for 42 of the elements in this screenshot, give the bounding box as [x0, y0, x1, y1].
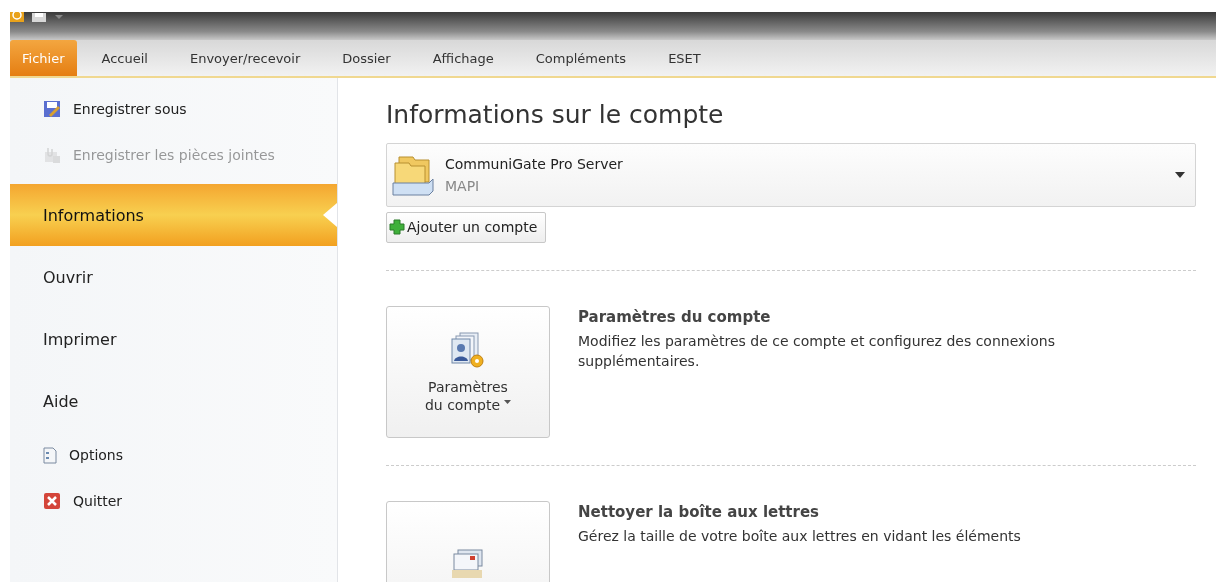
app-icon[interactable]	[10, 12, 24, 22]
user-settings-icon	[450, 331, 486, 369]
ribbon-tab[interactable]: Affichage	[411, 40, 515, 76]
account-name: CommuniGate Pro Server	[445, 156, 624, 172]
envelopes-icon	[450, 548, 486, 578]
add-account-button[interactable]: Ajouter un compte	[386, 212, 547, 243]
close-icon	[43, 492, 61, 510]
section-title: Nettoyer la boîte aux lettres	[578, 503, 821, 521]
save-icon[interactable]	[32, 13, 46, 22]
folder-icon	[391, 153, 437, 197]
command-label: Options	[69, 447, 124, 463]
plus-icon	[389, 219, 405, 235]
dropdown-icon[interactable]	[54, 13, 64, 21]
sidebar-item[interactable]: Ouvrir	[10, 246, 337, 308]
ribbon-tab[interactable]: ESET	[647, 40, 722, 76]
large-button[interactable]: Paramètres du compte	[386, 306, 550, 438]
command-label: Quitter	[73, 493, 123, 509]
button-label: du compte	[424, 397, 512, 413]
document-icon	[43, 446, 57, 464]
ribbon-tab[interactable]: Dossier	[321, 40, 412, 76]
ribbon-tab[interactable]: Envoyer/recevoir	[168, 40, 322, 76]
command-label: Enregistrer les pièces jointes	[73, 147, 275, 163]
menu-command[interactable]: Quitter	[10, 478, 337, 524]
ribbon-tab[interactable]: Compléments	[514, 40, 648, 76]
ribbon-tab[interactable]: Accueil	[80, 40, 169, 76]
caret-icon	[1175, 172, 1185, 178]
section-description: Gérez la taille de votre boîte aux lettres en vidant les éléments	[578, 527, 1022, 546]
account-dropdown[interactable]: CommuniGate Pro Server MAPI	[386, 143, 1196, 207]
command-label: Enregistrer sous	[73, 101, 187, 117]
button-label: Paramètres	[428, 379, 508, 395]
sidebar-item[interactable]: Informations	[10, 184, 337, 246]
section-description: Modifiez les paramètres de ce compte et configurez des connexions supplémentaires.	[578, 332, 1056, 371]
sidebar-item[interactable]: Imprimer	[10, 308, 337, 370]
sidebar-item[interactable]: Aide	[10, 370, 337, 432]
caret-icon	[504, 400, 512, 404]
account-type: MAPI	[445, 178, 481, 194]
attachment-icon	[43, 146, 61, 164]
save-as-icon	[43, 100, 61, 118]
menu-command[interactable]: Enregistrer sous	[10, 86, 337, 132]
menu-command[interactable]: Options	[10, 432, 337, 478]
section-title: Paramètres du compte	[578, 308, 772, 326]
page-title: Informations sur le compte	[386, 100, 725, 129]
